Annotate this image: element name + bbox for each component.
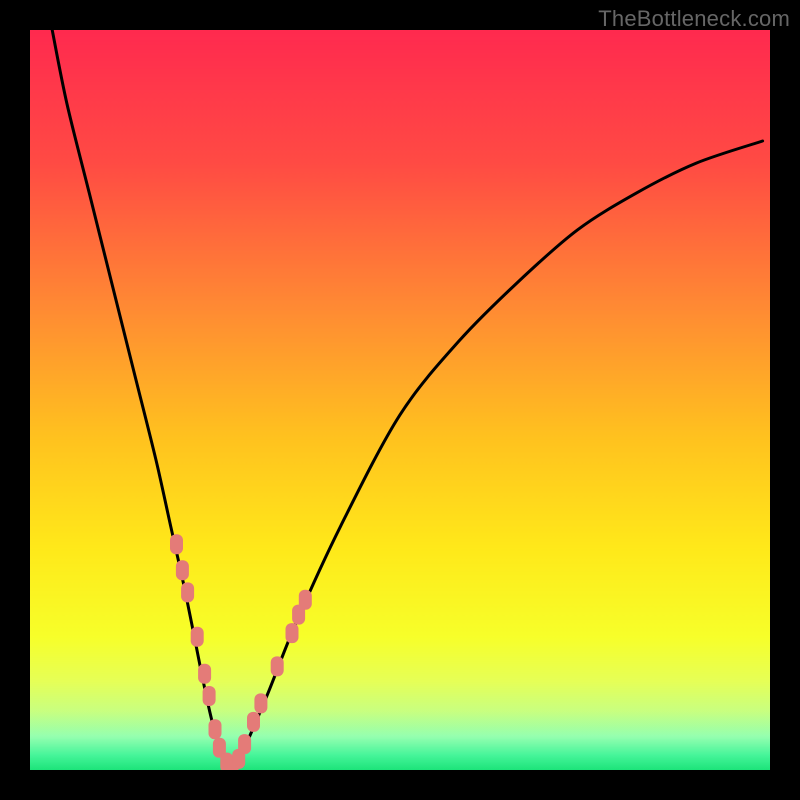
- highlight-marker: [271, 656, 284, 676]
- highlight-marker: [176, 560, 189, 580]
- highlight-marker: [181, 582, 194, 602]
- highlighted-points-group: [170, 534, 312, 770]
- highlight-marker: [299, 590, 312, 610]
- highlight-marker: [191, 627, 204, 647]
- watermark-text: TheBottleneck.com: [598, 6, 790, 32]
- highlight-marker: [254, 693, 267, 713]
- curve-layer: [30, 30, 770, 770]
- highlight-marker: [286, 623, 299, 643]
- bottleneck-curve: [52, 30, 762, 766]
- highlight-marker: [238, 734, 251, 754]
- highlight-marker: [247, 712, 260, 732]
- plot-area: [30, 30, 770, 770]
- highlight-marker: [198, 664, 211, 684]
- highlight-marker: [203, 686, 216, 706]
- highlight-marker: [170, 534, 183, 554]
- chart-frame: TheBottleneck.com: [0, 0, 800, 800]
- highlight-marker: [209, 719, 222, 739]
